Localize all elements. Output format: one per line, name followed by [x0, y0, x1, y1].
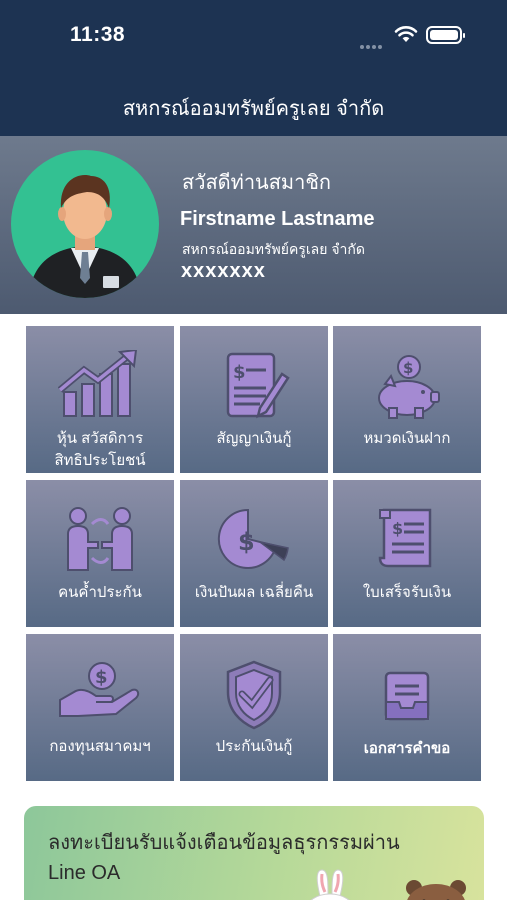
- guarantor-icon: [67, 507, 133, 571]
- svg-text:$: $: [95, 667, 108, 688]
- receipt-icon: $: [378, 508, 432, 568]
- menu-label-line2: สิทธิประโยชน์: [54, 452, 146, 469]
- menu-grid: หุ้น สวัสดิการ สิทธิประโยชน์ $ สัญญาเงิน…: [26, 326, 482, 781]
- growth-chart-icon: [58, 350, 138, 417]
- bear-mascot-icon: [406, 880, 466, 900]
- menu-guarantor[interactable]: คนค้ำประกัน: [26, 480, 174, 627]
- piggy-bank-icon: $: [378, 355, 440, 419]
- menu-label: สัญญาเงินกู้: [216, 430, 292, 447]
- fund-hand-icon: $: [59, 662, 140, 717]
- menu-label: กองทุนสมาคมฯ: [49, 738, 151, 755]
- avatar[interactable]: [11, 150, 159, 298]
- menu-loan-contract[interactable]: $ สัญญาเงินกู้: [180, 326, 328, 473]
- line-oa-banner[interactable]: ลงทะเบียนรับแจ้งเตือนข้อมูลธุรกรรมผ่าน L…: [24, 806, 484, 900]
- menu-request-documents[interactable]: เอกสารคำขอ: [333, 634, 481, 781]
- banner-text: ลงทะเบียนรับแจ้งเตือนข้อมูลธุรกรรมผ่าน: [48, 832, 400, 854]
- user-avatar-icon: [29, 175, 141, 298]
- menu-receipt[interactable]: $ ใบเสร็จรับเงิน: [333, 480, 481, 627]
- svg-text:$: $: [233, 362, 246, 383]
- battery-icon: [426, 26, 465, 44]
- cooperative-name: สหกรณ์ออมทรัพย์ครูเลย จำกัด: [182, 241, 365, 257]
- signal-dots-icon: [360, 36, 388, 49]
- menu-label: ประกันเงินกู้: [215, 738, 293, 755]
- menu-dividend[interactable]: $ เงินปันผล เฉลี่ยคืน: [180, 480, 328, 627]
- contract-icon: $: [226, 352, 290, 419]
- svg-text:$: $: [403, 359, 413, 377]
- wifi-icon: [394, 26, 418, 42]
- rabbit-mascot-icon: [310, 869, 350, 900]
- greeting-text: สวัสดีท่านสมาชิก: [182, 172, 332, 194]
- menu-association-fund[interactable]: $ กองทุนสมาคมฯ: [26, 634, 174, 781]
- svg-text:$: $: [238, 528, 255, 556]
- member-name: Firstname Lastname: [180, 208, 375, 230]
- menu-label: เงินปันผล เฉลี่ยคืน: [194, 584, 314, 601]
- menu-label: หุ้น สวัสดิการ: [56, 430, 144, 447]
- menu-deposits[interactable]: $ หมวดเงินฝาก: [333, 326, 481, 473]
- banner-text-line2: Line OA: [48, 862, 121, 884]
- app-header: สหกรณ์ออมทรัพย์ครูเลย จำกัด: [0, 72, 507, 136]
- menu-label: ใบเสร็จรับเงิน: [362, 584, 452, 601]
- menu-shares-welfare[interactable]: หุ้น สวัสดิการ สิทธิประโยชน์: [26, 326, 174, 473]
- member-id: xxxxxxx: [181, 260, 266, 282]
- menu-label: เอกสารคำขอ: [363, 740, 451, 757]
- profile-card: สวัสดีท่านสมาชิก Firstname Lastname สหกร…: [0, 136, 507, 314]
- menu-label: หมวดเงินฝาก: [363, 430, 451, 447]
- shield-check-icon: [226, 660, 282, 730]
- dividend-icon: $: [217, 508, 289, 569]
- document-tray-icon: [384, 671, 430, 721]
- status-time: 11:38: [70, 23, 126, 46]
- menu-label: คนค้ำประกัน: [58, 584, 142, 601]
- status-bar: 11:38: [0, 0, 507, 72]
- menu-loan-insurance[interactable]: ประกันเงินกู้: [180, 634, 328, 781]
- page-title: สหกรณ์ออมทรัพย์ครูเลย จำกัด: [122, 98, 385, 120]
- svg-text:$: $: [392, 519, 403, 538]
